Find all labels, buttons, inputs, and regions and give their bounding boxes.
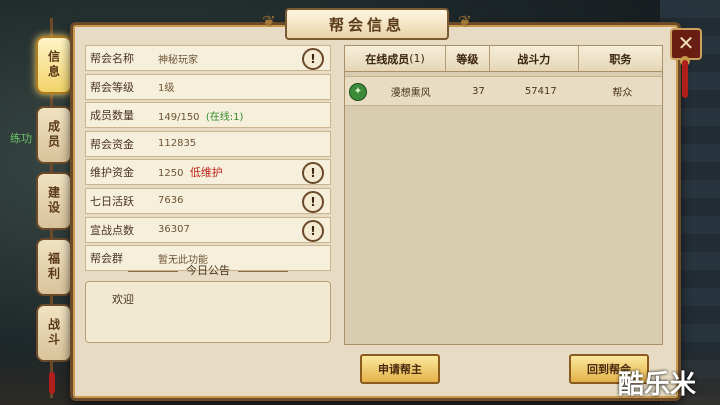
close-tassel xyxy=(682,60,688,98)
info-row-maintenance: 维护资金 1250 低维护 ! xyxy=(85,159,331,186)
info-row-war-points: 宣战点数 36307 ! xyxy=(85,216,331,243)
members-header: 在线成员 (1) 等级 战斗力 职务 xyxy=(345,46,662,72)
info-row-level: 帮会等级 1级 xyxy=(85,73,331,100)
window-title-text: 帮会信息 xyxy=(328,15,405,34)
info-key: 成员数量 xyxy=(90,109,134,123)
notice-title: 今日公告 xyxy=(85,262,331,278)
tab-battle[interactable]: 战斗 xyxy=(36,304,72,362)
tab-label: 福利 xyxy=(46,252,61,282)
info-value: 149/150 (在线:1) xyxy=(158,108,243,123)
warning-icon[interactable]: ! xyxy=(302,48,324,70)
header-online-label: 在线成员 xyxy=(365,52,410,66)
npc-label: 练功 xyxy=(10,132,32,145)
title-ornament-left-icon: ❦ xyxy=(262,12,276,31)
tab-info[interactable]: 信息 xyxy=(36,36,72,94)
info-value: 7636 xyxy=(158,195,184,207)
jade-icon: ✦ xyxy=(349,83,367,101)
tab-label: 信息 xyxy=(46,50,61,80)
info-row-members: 成员数量 149/150 (在线:1) xyxy=(85,102,331,129)
warning-icon[interactable]: ! xyxy=(302,190,324,213)
online-members-table: 在线成员 (1) 等级 战斗力 职务 ✦ 漫想熏风 37 57417 帮众 xyxy=(344,45,663,345)
tab-label: 成员 xyxy=(46,120,61,150)
online-count: (在线:1) xyxy=(205,111,244,123)
info-row-activity: 七日活跃 7636 ! xyxy=(85,187,331,214)
header-online-count: (1) xyxy=(409,52,425,65)
notice-box[interactable]: 欢迎 xyxy=(85,281,331,343)
member-role: 帮众 xyxy=(612,87,633,99)
header-online: 在线成员 (1) xyxy=(345,46,447,71)
info-key: 帮会资金 xyxy=(90,137,134,151)
header-power: 战斗力 xyxy=(490,46,579,71)
info-value: 36307 xyxy=(158,224,190,236)
apply-leader-button[interactable]: 申请帮主 xyxy=(360,354,440,384)
member-count: 149/150 xyxy=(158,111,200,123)
member-name: 漫想熏风 xyxy=(390,87,431,99)
info-key: 维护资金 xyxy=(90,166,134,180)
info-key: 七日活跃 xyxy=(90,194,134,208)
info-value: 神秘玩家 xyxy=(158,54,198,66)
window-title: 帮会信息 xyxy=(285,8,449,40)
member-row[interactable]: ✦ 漫想熏风 37 57417 帮众 xyxy=(345,76,662,106)
info-row-funds: 帮会资金 112835 xyxy=(85,130,331,157)
warning-icon[interactable]: ! xyxy=(302,219,324,242)
watermark: 酷乐米 xyxy=(618,370,697,400)
tab-welfare[interactable]: 福利 xyxy=(36,238,72,296)
notice-text: 欢迎 xyxy=(112,293,134,306)
maintenance-amount: 1250 xyxy=(158,168,184,180)
tab-rod-tassel xyxy=(49,372,55,394)
info-key: 宣战点数 xyxy=(90,223,134,237)
header-level: 等级 xyxy=(446,46,490,71)
tab-build[interactable]: 建设 xyxy=(36,172,72,230)
member-power: 57417 xyxy=(524,85,557,97)
info-row-name: 帮会名称 神秘玩家 ! xyxy=(85,45,331,71)
info-value: 1级 xyxy=(158,83,175,95)
notice-title-text: 今日公告 xyxy=(186,264,230,277)
title-ornament-right-icon: ❦ xyxy=(458,12,472,31)
guild-info-table: 帮会名称 神秘玩家 ! 帮会等级 1级 成员数量 149/150 (在线:1) … xyxy=(85,45,331,274)
tab-members[interactable]: 成员 xyxy=(36,106,72,164)
tab-label: 战斗 xyxy=(46,318,61,348)
header-role: 职务 xyxy=(609,52,632,66)
tab-label: 建设 xyxy=(46,186,61,216)
member-name-cell: ✦ 漫想熏风 xyxy=(345,77,458,105)
info-value: 112835 xyxy=(158,138,197,150)
member-level: 37 xyxy=(472,85,485,97)
info-key: 帮会名称 xyxy=(90,52,134,65)
warning-icon[interactable]: ! xyxy=(302,162,324,185)
info-key: 帮会等级 xyxy=(90,80,134,94)
info-value: 1250 低维护 xyxy=(158,164,223,180)
maintenance-status: 低维护 xyxy=(189,166,223,180)
